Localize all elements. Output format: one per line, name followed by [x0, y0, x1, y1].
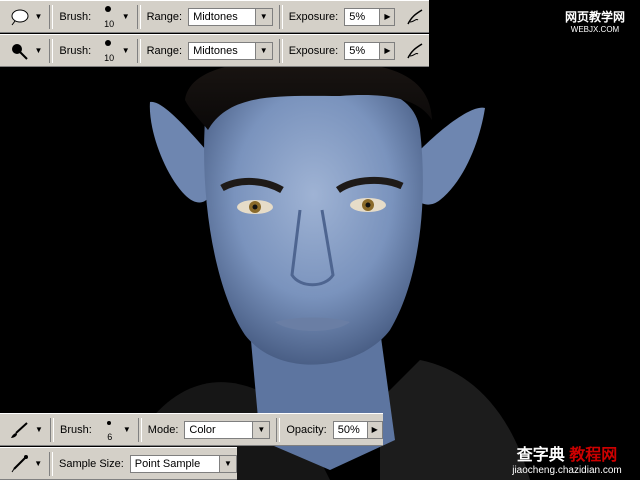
- brush-dropdown[interactable]: ▼: [122, 425, 132, 434]
- burn-options-bar: ▼ Brush: 10 ▼ Range: Midtones ▼ Exposure…: [0, 34, 429, 67]
- divider: [49, 451, 53, 476]
- chevron-down-icon[interactable]: ▼: [254, 8, 272, 25]
- brush-label: Brush:: [59, 10, 92, 23]
- tool-preset-dropdown[interactable]: ▼: [34, 46, 44, 55]
- brush-size: 10: [104, 18, 115, 29]
- chevron-right-icon[interactable]: ▶: [379, 42, 395, 59]
- brush-preview[interactable]: 10: [97, 37, 121, 65]
- photo-canvas: [0, 0, 640, 480]
- brush-dropdown[interactable]: ▼: [121, 46, 131, 55]
- divider: [136, 38, 141, 63]
- range-label: Range:: [146, 10, 183, 23]
- watermark-top-line2: WEBJX.COM: [570, 25, 620, 34]
- exposure-label: Exposure:: [288, 44, 339, 57]
- chevron-down-icon[interactable]: ▼: [254, 42, 272, 59]
- tool-preset-dropdown[interactable]: ▼: [34, 12, 44, 21]
- chevron-right-icon[interactable]: ▶: [366, 421, 382, 438]
- dodge-options-bar: ▼ Brush: 10 ▼ Range: Midtones ▼ Exposure…: [0, 0, 429, 33]
- divider: [49, 38, 54, 63]
- chevron-down-icon[interactable]: ▼: [219, 455, 237, 472]
- tool-preset-dropdown[interactable]: ▼: [33, 459, 43, 468]
- brush-label: Brush:: [59, 44, 92, 57]
- dodge-icon[interactable]: [6, 5, 34, 29]
- watermark-bottom-line1a: 查字典: [516, 447, 565, 464]
- tool-preset-dropdown[interactable]: ▼: [34, 425, 44, 434]
- divider: [278, 4, 283, 29]
- mode-value: Color: [189, 423, 216, 436]
- watermark-top-line1: 网页教学网: [564, 10, 625, 24]
- chevron-right-icon[interactable]: ▶: [379, 8, 395, 25]
- watermark-bottom: 查字典 教程网 jiaocheng.chazidian.com: [500, 441, 634, 476]
- divider: [136, 4, 141, 29]
- brush-size: 6: [107, 431, 113, 442]
- exposure-field[interactable]: 5% ▶: [344, 41, 396, 60]
- exposure-value: 5%: [349, 44, 366, 57]
- range-value: Midtones: [193, 10, 238, 23]
- airbrush-icon[interactable]: [403, 6, 429, 28]
- brush-label: Brush:: [60, 423, 92, 436]
- range-value: Midtones: [193, 44, 238, 57]
- range-label: Range:: [146, 44, 183, 57]
- watermark-top: 网页教学网 WEBJX.COM: [554, 8, 636, 34]
- brush-preview[interactable]: 10: [97, 3, 121, 31]
- range-select[interactable]: Midtones ▼: [188, 41, 273, 60]
- brush-size: 10: [104, 52, 115, 63]
- exposure-value: 5%: [349, 10, 366, 23]
- brush-preview[interactable]: 6: [98, 416, 122, 444]
- watermark-bottom-line1b: 教程网: [569, 447, 618, 464]
- opacity-label: Opacity:: [286, 423, 327, 436]
- divider: [278, 38, 283, 63]
- sample-size-select[interactable]: Point Sample ▼: [129, 454, 238, 473]
- sample-size-value: Point Sample: [134, 457, 201, 470]
- divider: [49, 4, 54, 29]
- divider: [50, 417, 54, 442]
- chevron-down-icon[interactable]: ▼: [252, 421, 270, 438]
- airbrush-icon[interactable]: [403, 40, 429, 62]
- divider: [276, 417, 281, 442]
- burn-icon[interactable]: [6, 39, 34, 63]
- sample-size-label: Sample Size:: [58, 457, 124, 470]
- exposure-field[interactable]: 5% ▶: [344, 7, 396, 26]
- opacity-field[interactable]: 50% ▶: [332, 420, 383, 439]
- range-select[interactable]: Midtones ▼: [188, 7, 273, 26]
- eyedropper-options-bar: ▼ Sample Size: Point Sample ▼: [0, 447, 238, 480]
- brush-icon[interactable]: [6, 418, 34, 442]
- eyedropper-icon[interactable]: [6, 452, 33, 476]
- brush-options-bar: ▼ Brush: 6 ▼ Mode: Color ▼ Opacity: 50% …: [0, 413, 383, 446]
- mode-label: Mode:: [147, 423, 179, 436]
- opacity-value: 50%: [337, 423, 360, 436]
- mode-select[interactable]: Color ▼: [184, 420, 271, 439]
- brush-dropdown[interactable]: ▼: [121, 12, 131, 21]
- divider: [137, 417, 142, 442]
- watermark-bottom-line2: jiaocheng.chazidian.com: [512, 465, 622, 476]
- exposure-label: Exposure:: [288, 10, 339, 23]
